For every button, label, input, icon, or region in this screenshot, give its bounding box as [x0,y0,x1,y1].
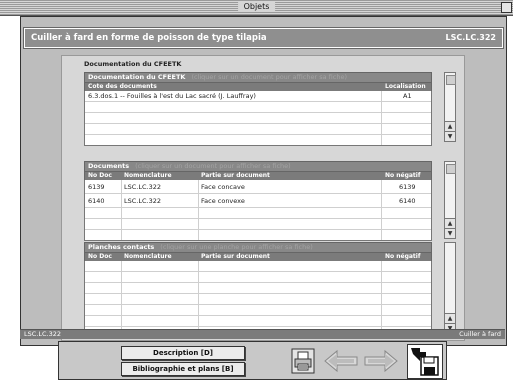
printer-icon[interactable] [291,347,317,375]
panel-label: Documentation du CFEETK [84,60,182,68]
documents-hint: (cliquer sur un document pour afficher s… [135,162,291,170]
table-row[interactable] [85,294,431,305]
planches-column-header: No Doc Nomenclature Partie sur document … [84,253,432,261]
table-row[interactable] [85,135,431,145]
description-button[interactable]: Description [D] [121,346,245,360]
status-bar: LSC.LC.322 Cuiller à fard [20,329,505,339]
scroll-up-icon[interactable]: ▲ [445,218,455,228]
status-code: LSC.LC.322 [24,330,61,338]
cell-no-doc: 6139 [88,183,105,191]
table-row[interactable]: 6140 LSC.LC.322 Face convexe 6140 [85,194,431,208]
cell-partie: Face convexe [201,197,245,205]
documents-header: Documents (cliquer sur un document pour a… [84,161,432,172]
col-no-doc: No Doc [88,172,112,179]
table-row[interactable] [85,230,431,240]
scroll-thumb[interactable] [446,164,456,174]
col-partie: Partie sur document [201,253,270,260]
cell-nomenclature: LSC.LC.322 [124,183,161,191]
col-localisation: Localisation [385,83,426,90]
scroll-up-icon[interactable]: ▲ [445,313,455,323]
col-cote: Cote des documents [88,83,157,90]
cell-no-doc: 6140 [88,197,105,205]
table-row[interactable] [85,316,431,327]
zoom-box-icon[interactable] [501,2,512,13]
cell-partie: Face concave [201,183,245,191]
table-row[interactable] [85,113,431,124]
table-row[interactable] [85,305,431,316]
status-type: Cuiller à fard [459,330,501,338]
planches-rows [84,261,432,338]
documents-title: Documents [88,162,130,170]
col-partie: Partie sur document [201,172,270,179]
record-title: Cuiller à fard en forme de poisson de ty… [31,33,267,43]
previous-arrow-icon[interactable] [323,347,359,375]
cell-nomenclature: LSC.LC.322 [124,197,161,205]
documentation-header: Documentation du CFEETK (cliquer sur un d… [84,72,432,83]
record-code: LSC.LC.322 [445,33,496,42]
table-row[interactable] [85,272,431,283]
cell-negatif: 6140 [399,197,416,205]
table-row[interactable] [85,208,431,219]
planches-section: Planches contacts (cliquer sur une planch… [84,242,432,338]
window-titlebar[interactable]: Objets [0,0,513,16]
documentation-rows: 6.3.dos.1 -- Fouilles à l'est du Lac sac… [84,91,432,146]
table-row[interactable] [85,219,431,230]
scroll-up-icon[interactable]: ▲ [445,121,455,131]
cell-negatif: 6139 [399,183,416,191]
planches-header: Planches contacts (cliquer sur une planch… [84,242,432,253]
planches-scrollbar[interactable]: ▲ ▼ [444,242,456,334]
table-row[interactable] [85,124,431,135]
next-arrow-icon[interactable] [363,347,399,375]
col-nomenclature: Nomenclature [124,253,172,260]
record-window: Cuiller à fard en forme de poisson de ty… [20,16,507,346]
table-row[interactable]: 6.3.dos.1 -- Fouilles à l'est du Lac sac… [85,91,431,102]
bibliography-button[interactable]: Bibliographie et plans [B] [121,362,245,376]
documents-scrollbar[interactable]: ▲ ▼ [444,161,456,239]
scroll-thumb[interactable] [446,75,456,85]
col-negatif: No négatif [385,253,421,260]
table-row[interactable] [85,261,431,272]
bottom-toolbar: Description [D] Bibliographie et plans [… [58,341,447,380]
table-row[interactable]: 6139 LSC.LC.322 Face concave 6139 [85,180,431,194]
table-row[interactable] [85,283,431,294]
documentation-hint: (cliquer sur un document pour afficher s… [191,73,347,81]
table-row[interactable] [85,102,431,113]
documentation-section: Documentation du CFEETK (cliquer sur un d… [84,72,432,146]
col-negatif: No négatif [385,172,421,179]
scroll-down-icon[interactable]: ▼ [445,228,455,238]
save-disk-icon[interactable] [407,344,443,379]
documents-section: Documents (cliquer sur un document pour a… [84,161,432,241]
col-nomenclature: Nomenclature [124,172,172,179]
planches-title: Planches contacts [88,243,155,251]
scroll-down-icon[interactable]: ▼ [445,131,455,141]
planches-hint: (cliquer sur une planche pour afficher s… [160,243,313,251]
documents-rows: 6139 LSC.LC.322 Face concave 6139 6140 L… [84,180,432,241]
window-title: Objets [237,1,276,12]
col-no-doc: No Doc [88,253,112,260]
documentation-title: Documentation du CFEETK [88,73,186,81]
documents-column-header: No Doc Nomenclature Partie sur document … [84,172,432,180]
documentation-scrollbar[interactable]: ▲ ▼ [444,72,456,142]
documentation-column-header: Cote des documents Localisation [84,83,432,91]
record-header: Cuiller à fard en forme de poisson de ty… [24,28,503,48]
cell-cote: 6.3.dos.1 -- Fouilles à l'est du Lac sac… [88,92,256,100]
cell-localisation: A1 [403,92,412,100]
documentation-panel: Documentation du CFEETK Documentation du… [61,55,465,341]
